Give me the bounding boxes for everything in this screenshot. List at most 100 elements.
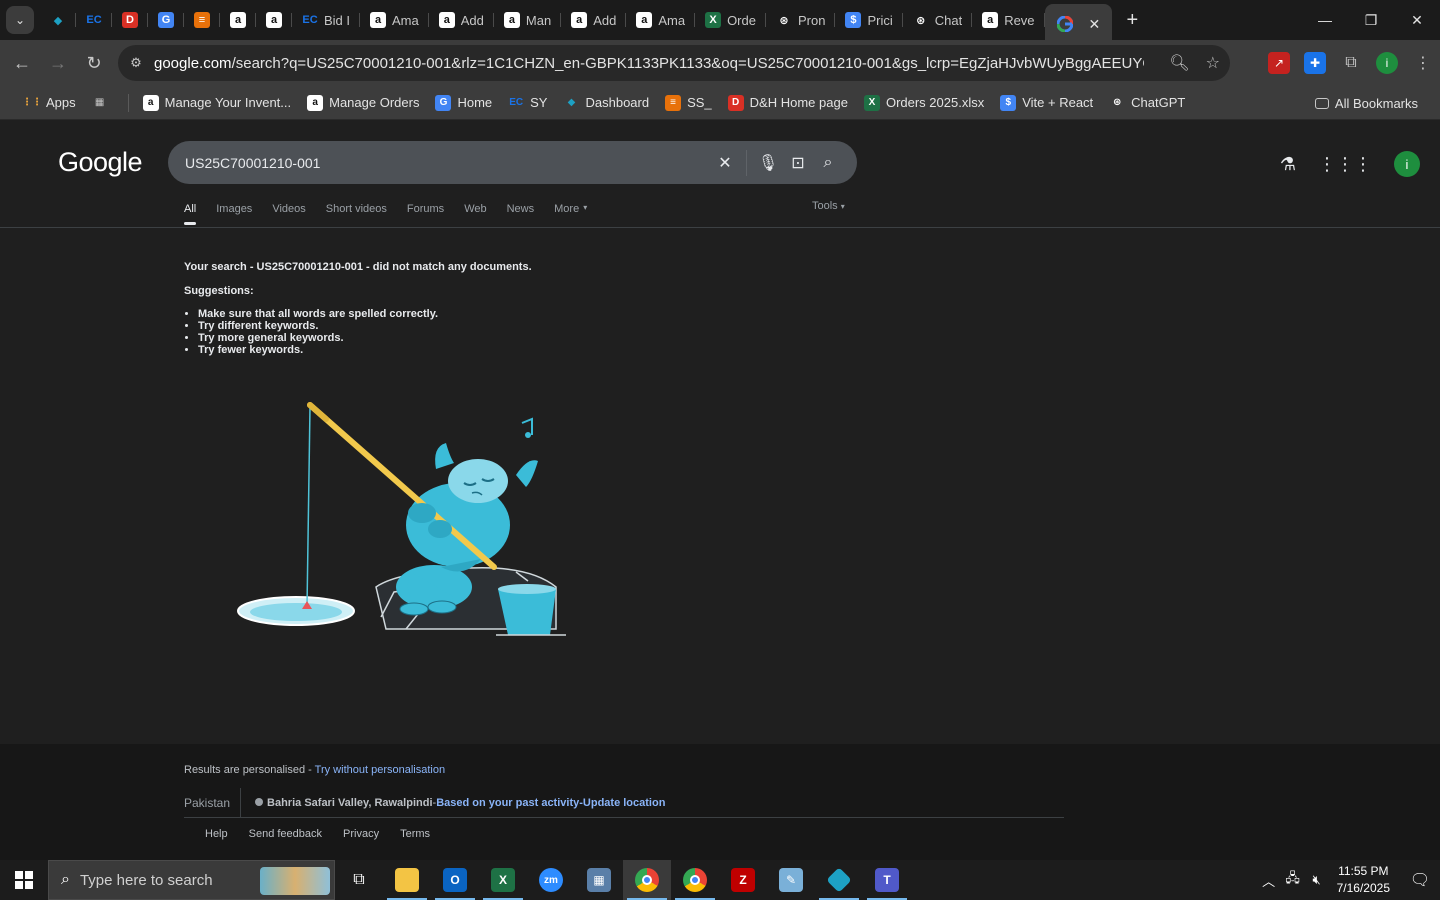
- tab-1[interactable]: EC: [76, 4, 112, 36]
- update-location-link[interactable]: Update location: [583, 797, 666, 809]
- search-tab-more[interactable]: More: [554, 203, 579, 221]
- bookmark-10[interactable]: $ Vite + React: [992, 89, 1101, 117]
- search-tab-web[interactable]: Web: [464, 203, 486, 221]
- tab-15[interactable]: $ Prici: [835, 4, 903, 36]
- labs-flask-icon[interactable]: ⚗: [1280, 154, 1296, 175]
- tab-4[interactable]: ≡: [184, 4, 220, 36]
- tab-13[interactable]: X Orde: [695, 4, 766, 36]
- forward-button[interactable]: →: [40, 45, 76, 81]
- taskbar-excel[interactable]: X: [479, 860, 527, 900]
- tab-14[interactable]: ⊛ Pron: [766, 4, 836, 36]
- amazon-icon: a: [503, 12, 520, 28]
- volume-muted-icon[interactable]: 🔇︎: [1305, 872, 1329, 888]
- bookmark-4[interactable]: G Home: [427, 89, 500, 117]
- chrome-icon: [635, 868, 659, 892]
- minimize-button[interactable]: —: [1302, 0, 1348, 40]
- bookmark-3[interactable]: a Manage Orders: [299, 89, 427, 117]
- close-tab-icon[interactable]: ✕: [1089, 16, 1101, 33]
- address-bar[interactable]: ⚙ google.com/search?q=US25C70001210-001&…: [118, 45, 1230, 81]
- bookmark-0[interactable]: ⋮⋮ Apps: [16, 89, 84, 117]
- bookmark-8[interactable]: D D&H Home page: [720, 89, 856, 117]
- bookmark-7[interactable]: ≡ SS_: [657, 89, 720, 117]
- new-tab-button[interactable]: +: [1118, 6, 1146, 34]
- voice-search-icon[interactable]: 🎙︎: [753, 153, 783, 173]
- show-hidden-icons-chevron-icon[interactable]: ︿: [1257, 871, 1281, 890]
- all-bookmarks-folder[interactable]: All Bookmarks: [1307, 89, 1426, 117]
- tab-10[interactable]: a Man: [494, 4, 562, 36]
- bookmark-5[interactable]: EC SY: [500, 89, 555, 117]
- tab-3[interactable]: G: [148, 4, 184, 36]
- past-activity-link[interactable]: Based on your past activity: [436, 797, 579, 809]
- tab-0[interactable]: ◆: [40, 4, 76, 36]
- url-text[interactable]: google.com/search?q=US25C70001210-001&rl…: [154, 55, 1144, 72]
- tab-7[interactable]: EC Bid I: [292, 4, 361, 36]
- search-input[interactable]: US25C70001210-001: [185, 155, 715, 171]
- lens-camera-icon[interactable]: ⊡: [783, 153, 813, 173]
- taskbar-zoom[interactable]: zm: [527, 860, 575, 900]
- site-info-icon[interactable]: ⚙: [118, 55, 154, 71]
- search-tab-short-videos[interactable]: Short videos: [326, 203, 387, 221]
- tab-2[interactable]: D: [112, 4, 148, 36]
- google-logo[interactable]: Google: [58, 147, 143, 178]
- tools-button[interactable]: Tools ▾: [812, 200, 845, 212]
- taskbar-outlook[interactable]: O: [431, 860, 479, 900]
- taskbar-search[interactable]: ⌕ Type here to search: [48, 860, 335, 900]
- network-icon[interactable]: 🖧: [1281, 869, 1305, 891]
- taskbar-chrome-profile[interactable]: [671, 860, 719, 900]
- profile-avatar[interactable]: i: [1376, 52, 1398, 74]
- start-button[interactable]: [0, 860, 48, 900]
- tab-11[interactable]: a Add: [561, 4, 627, 36]
- clock[interactable]: 11:55 PM 7/16/2025: [1337, 863, 1390, 897]
- task-view-button[interactable]: ⧉: [335, 860, 383, 900]
- tab-search-chevron-icon[interactable]: ⌄: [6, 6, 34, 34]
- tab-9[interactable]: a Add: [429, 4, 494, 36]
- tab-6[interactable]: a: [256, 4, 292, 36]
- tab-12[interactable]: a Ama: [626, 4, 695, 36]
- taskbar-chrome[interactable]: [623, 860, 671, 900]
- bookmark-star-icon[interactable]: ☆: [1206, 53, 1220, 73]
- account-avatar[interactable]: i: [1394, 151, 1420, 177]
- back-button[interactable]: ←: [4, 45, 40, 81]
- bookmark-9[interactable]: X Orders 2025.xlsx: [856, 89, 992, 117]
- tab-8[interactable]: a Ama: [360, 4, 429, 36]
- taskbar-file-explorer[interactable]: [383, 860, 431, 900]
- clear-search-icon[interactable]: ✕: [710, 153, 740, 173]
- footer-link-privacy[interactable]: Privacy: [343, 828, 379, 840]
- zoom-search-icon[interactable]: 🔍︎: [1169, 53, 1189, 73]
- search-box[interactable]: US25C70001210-001 ✕ 🎙︎ ⊡ ⌕: [168, 141, 857, 184]
- bookmark-11[interactable]: ⊛ ChatGPT: [1101, 89, 1193, 117]
- try-without-personalisation-link[interactable]: Try without personalisation: [315, 764, 445, 776]
- taskbar-teams[interactable]: T: [863, 860, 911, 900]
- taskbar-filezilla[interactable]: Z: [719, 860, 767, 900]
- tab-16[interactable]: ⊛ Chat: [903, 4, 973, 36]
- taskbar-app-blue[interactable]: [815, 860, 863, 900]
- search-tab-news[interactable]: News: [507, 203, 535, 221]
- footer-links: Help Send feedback Privacy Terms: [205, 828, 430, 840]
- search-tab-forums[interactable]: Forums: [407, 203, 444, 221]
- menu-kebab-icon[interactable]: ⋮: [1412, 52, 1434, 74]
- extensions-icon[interactable]: ⧉: [1340, 52, 1362, 74]
- footer-link-send-feedback[interactable]: Send feedback: [249, 828, 322, 840]
- reload-button[interactable]: ↻: [76, 45, 112, 81]
- bookmark-2[interactable]: a Manage Your Invent...: [135, 89, 299, 117]
- restore-button[interactable]: ❐: [1348, 0, 1394, 40]
- apps-grid-icon[interactable]: ⋮⋮⋮: [1318, 154, 1372, 175]
- search-tab-images[interactable]: Images: [216, 203, 252, 221]
- search-tab-videos[interactable]: Videos: [272, 203, 305, 221]
- taskbar-notepad[interactable]: ✎: [767, 860, 815, 900]
- tab-5[interactable]: a: [220, 4, 256, 36]
- extension-puzzle-blue-icon[interactable]: ✚: [1304, 52, 1326, 74]
- extension-arrow-icon[interactable]: ↗: [1268, 52, 1290, 74]
- search-tab-all[interactable]: All: [184, 203, 197, 225]
- footer-link-help[interactable]: Help: [205, 828, 228, 840]
- footer-link-terms[interactable]: Terms: [400, 828, 430, 840]
- excel-icon: X: [705, 12, 722, 28]
- bookmark-1[interactable]: ▦: [84, 89, 122, 117]
- tab-active-google[interactable]: ✕: [1044, 4, 1113, 44]
- tab-17[interactable]: a Reve: [972, 4, 1045, 36]
- close-window-button[interactable]: ✕: [1394, 0, 1440, 40]
- search-icon[interactable]: ⌕: [813, 154, 843, 172]
- bookmark-6[interactable]: ◆ Dashboard: [555, 89, 657, 117]
- notifications-icon[interactable]: 🗨︎: [1400, 870, 1440, 890]
- taskbar-calculator[interactable]: ▦: [575, 860, 623, 900]
